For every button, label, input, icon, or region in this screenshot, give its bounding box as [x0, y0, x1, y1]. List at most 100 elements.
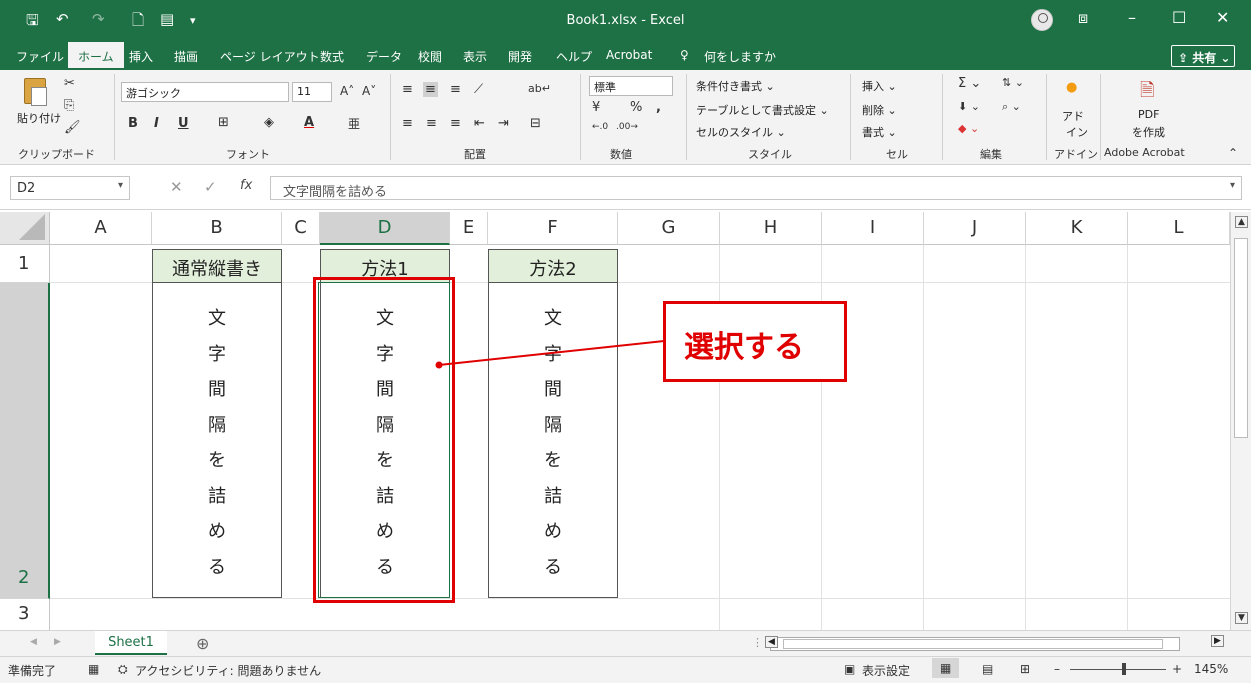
- worksheet-grid[interactable]: A B C D E F G H I J K L 1 2 3 通常縦書き 文 字 …: [0, 212, 1230, 630]
- comma-icon[interactable]: ,: [656, 100, 661, 115]
- delete-cells-button[interactable]: 削除 ⌄: [862, 102, 897, 118]
- zoom-out-button[interactable]: –: [1054, 662, 1060, 676]
- sheet-prev-icon[interactable]: ◀: [30, 637, 37, 647]
- tab-data[interactable]: データ: [366, 48, 402, 65]
- accessibility-status[interactable]: アクセシビリティ: 問題ありません: [135, 662, 321, 679]
- copy-icon[interactable]: ⎘: [64, 98, 74, 113]
- tab-draw[interactable]: 描画: [174, 48, 198, 65]
- fill-color-icon[interactable]: ◈: [264, 115, 274, 130]
- split-handle[interactable]: ⋮: [752, 636, 763, 649]
- minimize-button[interactable]: –: [1128, 8, 1136, 27]
- zoom-in-button[interactable]: +: [1172, 662, 1182, 676]
- sheet-next-icon[interactable]: ▶: [54, 637, 61, 647]
- scroll-thumb[interactable]: [1234, 238, 1248, 438]
- tab-developer[interactable]: 開発: [508, 48, 532, 65]
- page-break-view-icon[interactable]: ⊞: [1020, 662, 1030, 676]
- sort-filter-icon[interactable]: ⇅ ⌄: [1002, 76, 1024, 89]
- normal-view-icon[interactable]: ▦: [932, 658, 960, 678]
- scroll-up-icon[interactable]: ▲: [1235, 216, 1248, 228]
- font-color-icon[interactable]: A: [304, 115, 314, 130]
- formula-input[interactable]: 文字間隔を詰める: [270, 176, 1242, 200]
- account-avatar[interactable]: [1031, 9, 1053, 31]
- insert-function-icon[interactable]: fx: [240, 178, 252, 193]
- tell-me-search[interactable]: 何をしますか: [704, 48, 776, 65]
- number-format-select[interactable]: 標準: [589, 76, 673, 96]
- chevron-down-icon[interactable]: ▾: [118, 180, 123, 191]
- indent-increase-icon[interactable]: ⇥: [498, 116, 509, 131]
- font-name-select[interactable]: 游ゴシック: [121, 82, 289, 102]
- orientation-icon[interactable]: ⟋: [474, 82, 483, 97]
- decrease-decimal-icon[interactable]: .00→: [616, 122, 638, 132]
- tab-home[interactable]: ホーム: [68, 42, 124, 70]
- format-as-table-button[interactable]: テーブルとして書式設定 ⌄: [696, 102, 829, 118]
- align-left-icon[interactable]: ≡: [402, 116, 413, 131]
- phonetic-icon[interactable]: 亜: [348, 115, 360, 132]
- tab-insert[interactable]: 挿入: [129, 48, 153, 65]
- cut-icon[interactable]: ✂: [64, 76, 75, 91]
- border-icon[interactable]: ⊞: [218, 115, 229, 130]
- create-pdf-icon[interactable]: 🗎: [1140, 78, 1154, 108]
- macro-record-icon[interactable]: ▦: [88, 662, 99, 676]
- scroll-right-icon[interactable]: ▶: [1211, 635, 1224, 647]
- clear-icon[interactable]: ◆ ⌄: [958, 122, 979, 135]
- tab-help[interactable]: ヘルプ: [556, 48, 592, 65]
- vertical-scrollbar[interactable]: ▲ ▼: [1230, 212, 1251, 630]
- scroll-down-icon[interactable]: ▼: [1235, 612, 1248, 624]
- align-middle-icon[interactable]: ≡: [423, 82, 438, 97]
- tab-acrobat[interactable]: Acrobat: [606, 48, 652, 62]
- share-button[interactable]: ⇪ 共有 ⌄: [1171, 45, 1235, 67]
- restore-button[interactable]: ☐: [1172, 8, 1186, 27]
- zoom-level[interactable]: 145%: [1194, 662, 1228, 676]
- addins-icon[interactable]: ●: [1066, 80, 1077, 95]
- grow-font-button[interactable]: A˄: [340, 84, 354, 98]
- expand-formula-icon[interactable]: ▾: [1230, 180, 1235, 191]
- hscroll-thumb[interactable]: [783, 639, 1163, 649]
- increase-decimal-icon[interactable]: ←.0: [592, 122, 608, 132]
- cell-styles-button[interactable]: セルのスタイル ⌄: [696, 124, 786, 140]
- align-bottom-icon[interactable]: ≡: [450, 82, 461, 97]
- accessibility-icon[interactable]: ⛭: [118, 662, 128, 677]
- format-painter-icon[interactable]: 🖌: [64, 120, 81, 135]
- ribbon-display-icon[interactable]: ⧈: [1078, 8, 1088, 28]
- page-layout-view-icon[interactable]: ▤: [982, 662, 993, 676]
- merge-icon[interactable]: ⊟: [530, 116, 541, 131]
- display-settings[interactable]: 表示設定: [862, 662, 910, 679]
- sheet-tab-sheet1[interactable]: Sheet1: [95, 631, 167, 655]
- align-center-icon[interactable]: ≡: [426, 116, 437, 131]
- tab-file[interactable]: ファイル: [16, 48, 64, 65]
- autosum-icon[interactable]: Σ ⌄: [958, 76, 981, 91]
- horizontal-scrollbar[interactable]: ◀: [765, 636, 1180, 651]
- tab-view[interactable]: 表示: [463, 48, 487, 65]
- scroll-left-icon[interactable]: ◀: [765, 636, 778, 648]
- addins-label-1[interactable]: アド: [1062, 108, 1084, 124]
- tab-review[interactable]: 校閲: [418, 48, 442, 65]
- paste-button-label[interactable]: 貼り付け: [17, 110, 61, 126]
- format-cells-button[interactable]: 書式 ⌄: [862, 124, 897, 140]
- currency-icon[interactable]: ¥: [592, 100, 600, 115]
- paste-icon[interactable]: [24, 78, 47, 106]
- lightbulb-icon[interactable]: ♀: [680, 48, 689, 62]
- bold-button[interactable]: B: [128, 116, 138, 131]
- tab-page-layout[interactable]: ページ レイアウト: [220, 48, 320, 65]
- create-pdf-label-2[interactable]: を作成: [1132, 124, 1165, 140]
- enter-icon[interactable]: ✓: [204, 178, 217, 196]
- zoom-slider-thumb[interactable]: [1122, 663, 1126, 675]
- italic-button[interactable]: I: [154, 116, 159, 131]
- close-button[interactable]: ✕: [1216, 8, 1229, 27]
- add-sheet-icon[interactable]: ⊕: [196, 634, 209, 653]
- create-pdf-label-1[interactable]: PDF: [1138, 108, 1159, 121]
- conditional-formatting-button[interactable]: 条件付き書式 ⌄: [696, 78, 775, 94]
- align-top-icon[interactable]: ≡: [402, 82, 413, 97]
- find-icon[interactable]: ⌕ ⌄: [1002, 100, 1021, 114]
- percent-icon[interactable]: %: [630, 100, 642, 115]
- addins-label-2[interactable]: イン: [1066, 124, 1088, 140]
- insert-cells-button[interactable]: 挿入 ⌄: [862, 78, 897, 94]
- align-right-icon[interactable]: ≡: [450, 116, 461, 131]
- fill-icon[interactable]: ⬇ ⌄: [958, 100, 980, 113]
- name-box[interactable]: D2: [10, 176, 130, 200]
- font-size-select[interactable]: 11: [292, 82, 332, 102]
- shrink-font-button[interactable]: A˅: [362, 84, 376, 98]
- underline-button[interactable]: U: [178, 116, 189, 131]
- indent-decrease-icon[interactable]: ⇤: [474, 116, 485, 131]
- cancel-icon[interactable]: ✕: [170, 178, 183, 196]
